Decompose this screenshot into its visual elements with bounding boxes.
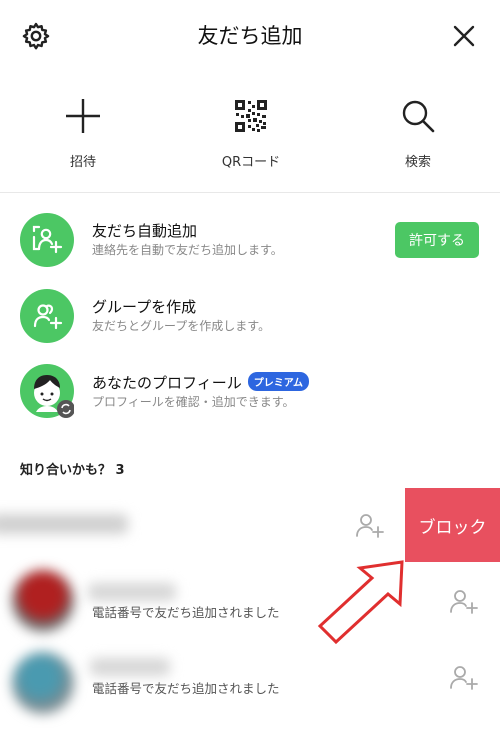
auto-add-friend-icon[interactable]	[20, 213, 74, 267]
qr-code-button[interactable]: QRコード	[191, 95, 311, 170]
page-title: 友だち追加	[197, 24, 303, 48]
suggestion-subtitle: 電話番号で友だち追加されました	[92, 681, 280, 696]
qr-code-icon	[191, 95, 311, 137]
pointer-arrow-icon	[314, 556, 414, 646]
invite-label: 招待	[69, 155, 96, 170]
auto-add-title: 友だち自動追加	[92, 222, 198, 240]
blurred-name	[90, 658, 170, 676]
qr-code-label: QRコード	[221, 155, 281, 170]
blurred-name	[0, 514, 128, 534]
plus-icon	[23, 95, 143, 137]
search-icon	[358, 95, 478, 137]
add-friend-icon[interactable]	[449, 664, 479, 694]
profile-title-row: あなたのプロフィール プレミアム	[92, 372, 310, 393]
avatar	[12, 570, 74, 632]
suggestions-header: 知り合いかも？ 3	[20, 463, 125, 478]
profile-avatar-icon[interactable]	[20, 364, 74, 418]
group-create-icon[interactable]	[20, 289, 74, 343]
allow-button[interactable]: 許可する	[395, 222, 479, 258]
close-icon[interactable]	[449, 21, 479, 51]
block-button[interactable]: ブロック	[405, 488, 500, 562]
avatar	[12, 652, 74, 714]
blurred-name	[88, 583, 176, 601]
profile-title: あなたのプロフィール	[92, 374, 242, 392]
suggestion-subtitle: 電話番号で友だち追加されました	[92, 605, 280, 620]
profile-subtitle: プロフィールを確認・追加できます。	[92, 395, 295, 409]
add-friend-icon[interactable]	[355, 512, 385, 542]
divider	[0, 192, 500, 193]
search-button[interactable]: 検索	[358, 95, 478, 170]
invite-button[interactable]: 招待	[23, 95, 143, 170]
search-label: 検索	[404, 155, 431, 170]
group-create-subtitle: 友だちとグループを作成します。	[92, 319, 271, 333]
auto-add-subtitle: 連絡先を自動で友だち追加します。	[92, 243, 283, 257]
premium-badge: プレミアム	[247, 372, 310, 391]
add-friend-icon[interactable]	[449, 588, 479, 618]
group-create-title: グループを作成	[92, 298, 197, 316]
